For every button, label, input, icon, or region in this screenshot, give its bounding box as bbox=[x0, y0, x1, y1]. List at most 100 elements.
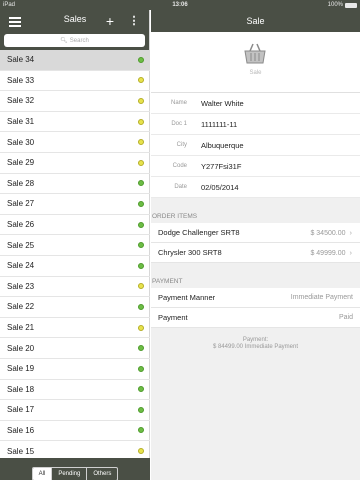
clock: 13:06 bbox=[172, 2, 188, 8]
status-pending-icon bbox=[138, 118, 144, 125]
status-completed-icon bbox=[138, 427, 144, 434]
sale-label: Sale 15 bbox=[7, 446, 35, 456]
sale-list-item[interactable]: Sale 32 bbox=[0, 91, 150, 112]
order-item-row[interactable]: Dodge Challenger SRT8 $ 34500.00 › bbox=[151, 223, 360, 243]
status-pending-icon bbox=[138, 139, 144, 146]
payment-status-value: Paid bbox=[338, 314, 353, 321]
sale-label: Sale 33 bbox=[7, 75, 35, 85]
status-pending-icon bbox=[138, 448, 144, 455]
sale-list-item[interactable]: Sale 29 bbox=[0, 153, 150, 174]
sale-list-item[interactable]: Sale 16 bbox=[0, 421, 150, 442]
customer-info: Name Walter White Doc 1 1111111-11 City … bbox=[151, 92, 360, 198]
sale-label: Sale 20 bbox=[7, 343, 35, 353]
payment-manner-row: Payment Manner Immediate Payment bbox=[151, 288, 360, 308]
city-value: Albuquerque bbox=[201, 140, 244, 150]
sale-label: Sale 21 bbox=[7, 323, 35, 333]
payment-summary: Payment: $ 84499.00 Immediate Payment bbox=[212, 337, 299, 350]
order-item-row[interactable]: Chrysler 300 SRT8 $ 49999.00 › bbox=[151, 243, 360, 263]
sale-list-item[interactable]: Sale 28 bbox=[0, 174, 150, 195]
payment-heading: PAYMENT bbox=[152, 278, 183, 285]
status-bar: iPad 13:06 100% bbox=[0, 0, 360, 10]
payment-status-row: Payment Paid bbox=[151, 308, 360, 328]
detail-title: Sale bbox=[151, 10, 360, 32]
order-item-price: $ 49999.00 bbox=[310, 250, 346, 257]
status-completed-icon bbox=[138, 221, 144, 228]
sale-label: Sale 26 bbox=[7, 220, 35, 230]
sale-label: Sale 18 bbox=[7, 384, 35, 394]
search-input[interactable]: 🔍︎ Search bbox=[4, 34, 145, 47]
status-pending-icon bbox=[138, 97, 144, 104]
sale-label: Sale 29 bbox=[7, 158, 35, 168]
sale-list-item[interactable]: Sale 18 bbox=[0, 380, 150, 401]
sales-list: Sale 34 Sale 33 Sale 32 Sale 31 Sale 30 Sale … bbox=[0, 50, 150, 462]
order-item-price: $ 34500.00 bbox=[310, 230, 346, 237]
name-row: Name Walter White bbox=[151, 93, 360, 114]
status-pending-icon bbox=[138, 77, 144, 84]
status-completed-icon bbox=[138, 180, 144, 187]
sale-list-item[interactable]: Sale 17 bbox=[0, 400, 150, 421]
status-pending-icon bbox=[138, 324, 144, 331]
filter-all[interactable]: All bbox=[32, 468, 53, 480]
status-pending-icon bbox=[138, 283, 144, 290]
sale-list-item[interactable]: Sale 21 bbox=[0, 318, 150, 339]
search-placeholder: Search bbox=[69, 37, 89, 44]
sale-label: Sale 22 bbox=[7, 302, 35, 312]
order-item-name: Dodge Challenger SRT8 bbox=[158, 228, 240, 237]
filter-others[interactable]: Others bbox=[87, 468, 117, 480]
order-item-name: Chrysler 300 SRT8 bbox=[158, 248, 222, 257]
sale-list-item[interactable]: Sale 24 bbox=[0, 256, 150, 277]
code-value: Y277Fsi31F bbox=[201, 161, 242, 171]
sale-list-item[interactable]: Sale 20 bbox=[0, 338, 150, 359]
date-value: 02/05/2014 bbox=[201, 182, 239, 192]
filter-bar: All Pending Others bbox=[0, 458, 150, 480]
more-options-icon[interactable]: ⋮ bbox=[126, 13, 142, 29]
status-completed-icon bbox=[138, 200, 144, 207]
sale-list-item[interactable]: Sale 27 bbox=[0, 194, 150, 215]
code-row: Code Y277Fsi31F bbox=[151, 156, 360, 177]
status-completed-icon bbox=[138, 386, 144, 393]
chevron-right-icon: › bbox=[349, 228, 353, 237]
sale-label: Sale 30 bbox=[7, 137, 35, 147]
sale-icon-caption: Sale bbox=[249, 70, 262, 76]
sale-label: Sale 19 bbox=[7, 364, 35, 374]
sale-label: Sale 16 bbox=[7, 425, 35, 435]
basket-icon bbox=[244, 43, 266, 64]
payment-manner-value: Immediate Payment bbox=[290, 294, 353, 301]
status-completed-icon bbox=[138, 345, 144, 352]
date-row: Date 02/05/2014 bbox=[151, 177, 360, 198]
sale-label: Sale 34 bbox=[7, 55, 35, 65]
sale-list-item[interactable]: Sale 23 bbox=[0, 277, 150, 298]
chevron-right-icon: › bbox=[349, 248, 353, 257]
sales-header: Sales + ⋮ bbox=[0, 10, 149, 32]
status-completed-icon bbox=[138, 56, 144, 63]
city-row: City Albuquerque bbox=[151, 135, 360, 156]
name-value: Walter White bbox=[201, 98, 244, 108]
status-completed-icon bbox=[138, 242, 144, 249]
sale-list-item[interactable]: Sale 33 bbox=[0, 71, 150, 92]
sale-list-item[interactable]: Sale 26 bbox=[0, 215, 150, 236]
sale-list-item[interactable]: Sale 19 bbox=[0, 359, 150, 380]
sale-label: Sale 17 bbox=[7, 405, 35, 415]
sale-list-item[interactable]: Sale 31 bbox=[0, 112, 150, 133]
sale-label: Sale 24 bbox=[7, 261, 35, 271]
sale-list-item[interactable]: Sale 34 bbox=[0, 50, 150, 71]
doc-value: 1111111-11 bbox=[201, 119, 238, 129]
battery-icon bbox=[345, 2, 357, 8]
status-completed-icon bbox=[138, 406, 144, 413]
order-items-heading: ORDER ITEMS bbox=[152, 213, 198, 220]
sale-list-item[interactable]: Sale 22 bbox=[0, 297, 150, 318]
filter-segmented-control: All Pending Others bbox=[31, 467, 119, 480]
sale-label: Sale 25 bbox=[7, 240, 35, 250]
add-sale-button[interactable]: + bbox=[102, 13, 118, 29]
status-pending-icon bbox=[138, 159, 144, 166]
sale-label: Sale 23 bbox=[7, 281, 35, 291]
filter-pending[interactable]: Pending bbox=[52, 468, 88, 480]
sale-label: Sale 27 bbox=[7, 199, 35, 209]
sale-list-item[interactable]: Sale 25 bbox=[0, 235, 150, 256]
status-completed-icon bbox=[138, 262, 144, 269]
sale-detail-pane: Sale Sale Name Walter White Doc 1 111111… bbox=[151, 10, 360, 480]
sale-label: Sale 31 bbox=[7, 117, 35, 127]
battery-percent: 100% bbox=[327, 2, 343, 8]
doc-row: Doc 1 1111111-11 bbox=[151, 114, 360, 135]
sale-list-item[interactable]: Sale 30 bbox=[0, 132, 150, 153]
